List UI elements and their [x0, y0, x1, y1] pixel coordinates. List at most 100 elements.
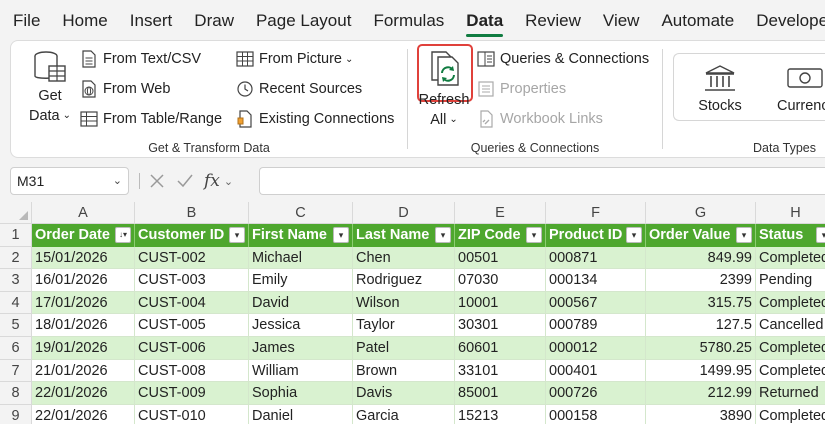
table-cell[interactable]: CUST-010 [135, 404, 249, 424]
table-cell[interactable]: 07030 [455, 269, 546, 292]
table-cell[interactable]: 22/01/2026 [32, 382, 135, 405]
table-cell[interactable]: 30301 [455, 314, 546, 337]
table-cell[interactable]: 22/01/2026 [32, 404, 135, 424]
table-cell[interactable]: 17/01/2026 [32, 291, 135, 315]
table-cell[interactable]: 3890 [646, 404, 756, 424]
properties-button[interactable]: Properties [476, 79, 566, 99]
row-header[interactable]: 4 [0, 291, 32, 315]
table-cell[interactable]: 33101 [455, 359, 546, 383]
table-cell[interactable]: 21/01/2026 [32, 359, 135, 383]
get-data-button[interactable]: Get Data ⌄ [25, 49, 75, 126]
table-cell[interactable]: Completed [756, 291, 825, 315]
tab-file[interactable]: File [0, 0, 51, 40]
table-cell[interactable]: Returned [756, 382, 825, 405]
table-cell[interactable]: CUST-004 [135, 291, 249, 315]
table-cell[interactable]: 15/01/2026 [32, 246, 135, 270]
from-text-csv-button[interactable]: From Text/CSV [79, 49, 201, 69]
table-cell[interactable]: 000012 [546, 337, 646, 360]
table-cell[interactable]: Daniel [249, 404, 353, 424]
table-cell[interactable]: Patel [353, 337, 455, 360]
table-header-cell[interactable]: Product ID ▾ [546, 224, 646, 247]
chevron-down-icon[interactable]: ⌄ [224, 175, 233, 188]
table-cell[interactable]: 315.75 [646, 291, 756, 315]
column-header-b[interactable]: B [135, 202, 249, 224]
tab-review[interactable]: Review [514, 0, 592, 40]
table-cell[interactable]: 000726 [546, 382, 646, 405]
name-box[interactable]: M31 ⌄ [10, 167, 129, 195]
table-cell[interactable]: 16/01/2026 [32, 269, 135, 292]
table-cell[interactable]: Chen [353, 246, 455, 270]
table-cell[interactable]: 60601 [455, 337, 546, 360]
tab-data[interactable]: Data [455, 0, 514, 40]
table-header-cell[interactable]: Last Name ▾ [353, 224, 455, 247]
row-header[interactable]: 7 [0, 359, 32, 383]
table-header-cell[interactable]: First Name ▾ [249, 224, 353, 247]
existing-connections-button[interactable]: Existing Connections [235, 109, 394, 129]
table-cell[interactable]: 85001 [455, 382, 546, 405]
from-table-range-button[interactable]: From Table/Range [79, 109, 222, 129]
table-cell[interactable]: 127.5 [646, 314, 756, 337]
table-cell[interactable]: Cancelled [756, 314, 825, 337]
table-cell[interactable]: 212.99 [646, 382, 756, 405]
tab-draw[interactable]: Draw [183, 0, 245, 40]
table-cell[interactable]: CUST-005 [135, 314, 249, 337]
from-picture-button[interactable]: From Picture ⌄ [235, 49, 353, 69]
table-cell[interactable]: Michael [249, 246, 353, 270]
table-header-cell[interactable]: Order Date ↓▾ [32, 224, 135, 247]
table-header-cell[interactable]: Customer ID ▾ [135, 224, 249, 247]
tab-insert[interactable]: Insert [119, 0, 184, 40]
table-cell[interactable]: James [249, 337, 353, 360]
row-header[interactable]: 6 [0, 337, 32, 360]
table-cell[interactable]: 000871 [546, 246, 646, 270]
table-cell[interactable]: 000789 [546, 314, 646, 337]
filter-dropdown-icon[interactable]: ▾ [816, 227, 825, 243]
row-header[interactable]: 9 [0, 404, 32, 424]
table-cell[interactable]: Completed [756, 337, 825, 360]
filter-dropdown-icon[interactable]: ▾ [333, 227, 349, 243]
table-cell[interactable]: David [249, 291, 353, 315]
table-header-cell[interactable]: ZIP Code ▾ [455, 224, 546, 247]
tab-page-layout[interactable]: Page Layout [245, 0, 362, 40]
column-header-e[interactable]: E [455, 202, 546, 224]
queries-connections-button[interactable]: Queries & Connections [476, 49, 649, 69]
column-header-d[interactable]: D [353, 202, 455, 224]
row-header[interactable]: 3 [0, 269, 32, 292]
table-cell[interactable]: CUST-002 [135, 246, 249, 270]
check-icon[interactable] [176, 172, 194, 190]
filter-dropdown-icon[interactable]: ▾ [736, 227, 752, 243]
table-cell[interactable]: CUST-008 [135, 359, 249, 383]
table-cell[interactable]: 000158 [546, 404, 646, 424]
table-cell[interactable]: Sophia [249, 382, 353, 405]
table-cell[interactable]: 000567 [546, 291, 646, 315]
column-header-c[interactable]: C [249, 202, 353, 224]
table-cell[interactable]: Completed [756, 246, 825, 270]
table-cell[interactable]: Completed [756, 404, 825, 424]
table-cell[interactable]: 849.99 [646, 246, 756, 270]
table-cell[interactable]: CUST-009 [135, 382, 249, 405]
row-header[interactable]: 1 [0, 224, 32, 247]
row-header[interactable]: 2 [0, 246, 32, 270]
filter-dropdown-icon[interactable]: ▾ [526, 227, 542, 243]
table-cell[interactable]: 000401 [546, 359, 646, 383]
from-web-button[interactable]: From Web [79, 79, 170, 99]
table-cell[interactable]: 2399 [646, 269, 756, 292]
insert-function-icon[interactable]: fx [204, 171, 220, 191]
refresh-all-button[interactable]: Refresh All ⌄ [414, 49, 474, 130]
column-header-g[interactable]: G [646, 202, 756, 224]
column-header-a[interactable]: A [32, 202, 135, 224]
table-cell[interactable]: Taylor [353, 314, 455, 337]
table-cell[interactable]: 15213 [455, 404, 546, 424]
table-cell[interactable]: Jessica [249, 314, 353, 337]
table-cell[interactable]: Pending [756, 269, 825, 292]
tab-view[interactable]: View [592, 0, 651, 40]
table-cell[interactable]: CUST-006 [135, 337, 249, 360]
filter-dropdown-icon[interactable]: ▾ [626, 227, 642, 243]
recent-sources-button[interactable]: Recent Sources [235, 79, 362, 99]
table-cell[interactable]: Wilson [353, 291, 455, 315]
tab-automate[interactable]: Automate [650, 0, 745, 40]
filter-dropdown-icon[interactable]: ▾ [435, 227, 451, 243]
table-cell[interactable]: 000134 [546, 269, 646, 292]
row-header[interactable]: 8 [0, 382, 32, 405]
table-cell[interactable]: Garcia [353, 404, 455, 424]
table-cell[interactable]: 10001 [455, 291, 546, 315]
